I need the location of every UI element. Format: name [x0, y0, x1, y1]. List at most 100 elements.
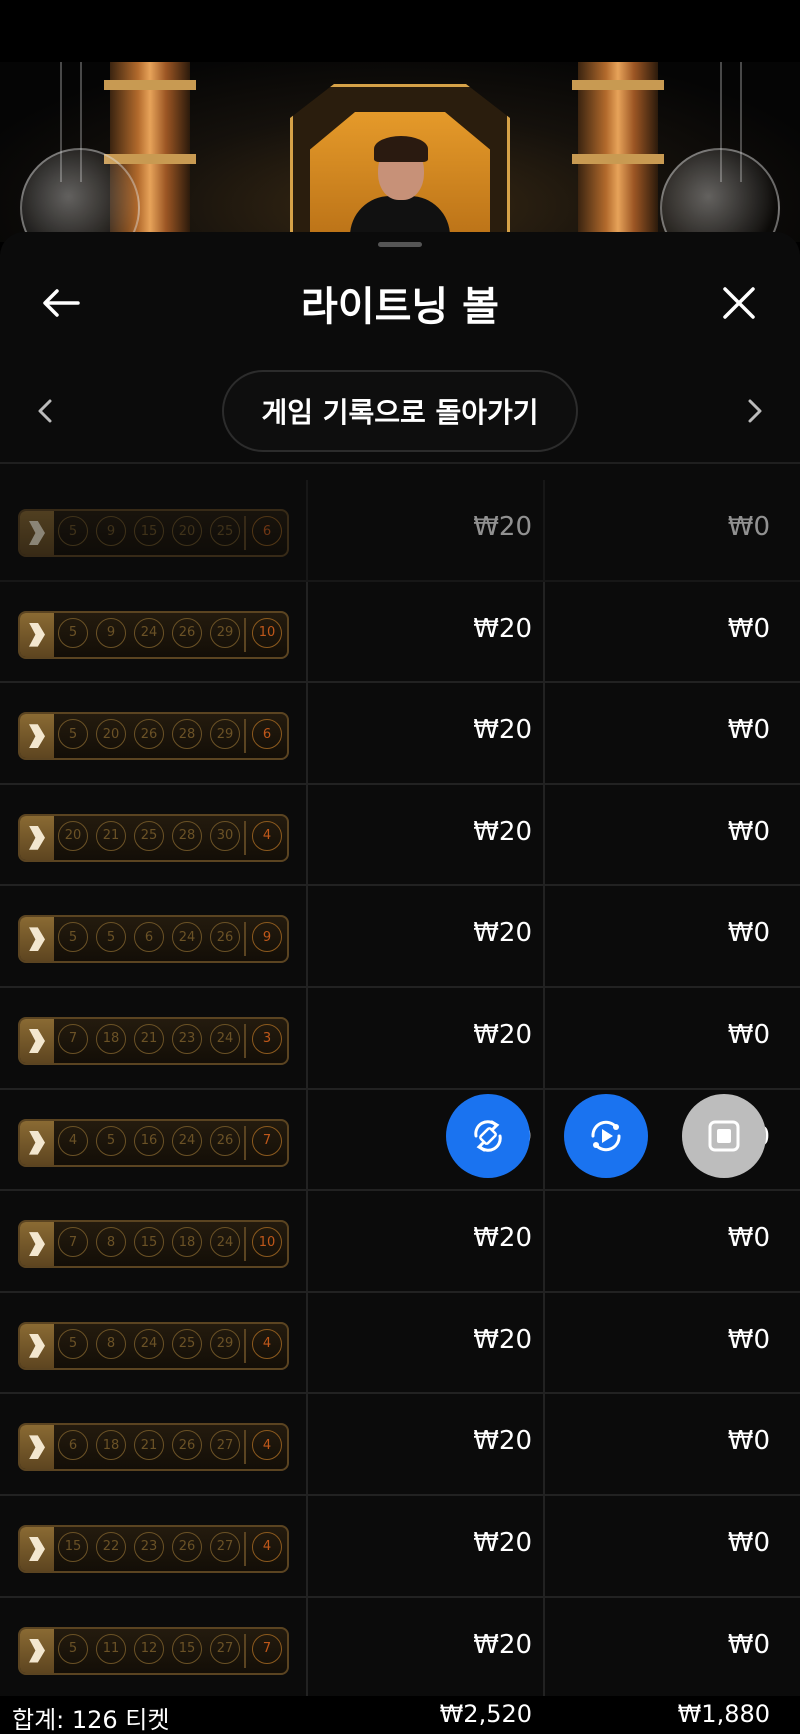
bet-amount: ₩20	[473, 1324, 532, 1355]
lightning-ball: 6	[252, 516, 282, 546]
ticket-row[interactable]: 5 5 6 24 26 9 ₩20 ₩0	[0, 886, 800, 988]
lottery-ticket: 15 22 23 26 27 4	[18, 1524, 289, 1573]
lightning-ball: 10	[252, 617, 282, 648]
ticket-row[interactable]: 5 8 24 25 29 4 ₩20 ₩0	[0, 1292, 800, 1395]
chevron-left-icon	[38, 399, 52, 423]
lightning-ball: 3	[252, 1023, 282, 1054]
lightning-ball: 9	[252, 922, 282, 953]
history-sheet: 라이트닝 볼 게임 기록으로 돌아가기 5 9 15 20 25 6 ₩20 ₩…	[0, 232, 800, 1734]
number-ball: 5	[58, 516, 88, 546]
lightning-tab	[20, 511, 54, 555]
stop-button[interactable]	[682, 1094, 766, 1178]
lightning-bolt-icon	[29, 927, 45, 952]
number-ball: 6	[134, 922, 164, 953]
bet-amount: ₩20	[473, 1426, 532, 1457]
number-ball: 8	[96, 1227, 126, 1258]
close-button[interactable]	[712, 276, 766, 330]
ticket-row[interactable]: 7 18 21 23 24 3 ₩20 ₩0	[0, 987, 800, 1090]
ticket-row[interactable]: 5 11 12 15 27 7 ₩20 ₩0	[0, 1597, 800, 1700]
lightning-bolt-icon	[29, 1435, 45, 1460]
ticket-row[interactable]: 5 20 26 28 29 6 ₩20 ₩0	[0, 683, 800, 785]
lightning-ball: 6	[252, 719, 282, 750]
number-ball: 5	[58, 1633, 88, 1664]
bet-amount: ₩20	[473, 1629, 532, 1660]
lightning-tab	[20, 1628, 54, 1673]
ball-list: 5 9 24 26 29	[58, 617, 240, 648]
previous-round-button[interactable]	[24, 388, 66, 434]
stop-icon	[708, 1120, 740, 1152]
number-ball: 24	[172, 922, 202, 953]
ticket-row[interactable]: 5 9 15 20 25 6 ₩20 ₩0	[0, 480, 800, 582]
number-ball: 29	[210, 1328, 240, 1359]
number-ball: 5	[58, 617, 88, 648]
lightning-ball: 7	[252, 1125, 282, 1156]
back-to-history-button[interactable]: 게임 기록으로 돌아가기	[222, 370, 578, 452]
bet-amount: ₩20	[473, 918, 532, 949]
number-ball: 16	[134, 1125, 164, 1156]
lottery-ticket: 5 9 15 20 25 6	[18, 509, 289, 557]
number-ball: 7	[58, 1023, 88, 1054]
ticket-row[interactable]: 5 9 24 26 29 10 ₩20 ₩0	[0, 581, 800, 684]
bet-amount: ₩20	[473, 613, 532, 644]
lottery-ticket: 4 5 16 24 26 7	[18, 1118, 289, 1167]
lightning-ball: 10	[252, 1227, 282, 1258]
number-ball: 6	[58, 1430, 88, 1461]
lightning-tab	[20, 1120, 54, 1165]
number-ball: 5	[58, 719, 88, 750]
number-ball: 5	[96, 922, 126, 953]
lightning-ball: 4	[252, 820, 282, 851]
bet-amount: ₩20	[473, 1019, 532, 1050]
win-amount: ₩0	[727, 816, 770, 847]
bet-amount: ₩20	[473, 715, 532, 746]
lightning-tab	[20, 917, 54, 962]
bet-amount: ₩20	[473, 512, 532, 542]
lightning-ball: 4	[252, 1430, 282, 1461]
win-amount: ₩0	[727, 1324, 770, 1355]
floating-controls	[446, 1094, 766, 1178]
win-amount: ₩0	[727, 1426, 770, 1457]
lightning-bolt-icon	[29, 521, 45, 545]
number-ball: 24	[210, 1023, 240, 1054]
lightning-tab	[20, 714, 54, 759]
chevron-right-icon	[748, 399, 762, 423]
number-ball: 24	[134, 1328, 164, 1359]
number-ball: 20	[96, 719, 126, 750]
ball-list: 20 21 25 28 30	[58, 820, 240, 851]
number-ball: 26	[172, 617, 202, 648]
next-round-button[interactable]	[734, 388, 776, 434]
ticket-row[interactable]: 7 8 15 18 24 10 ₩20 ₩0	[0, 1191, 800, 1293]
number-ball: 22	[96, 1531, 126, 1562]
number-ball: 28	[172, 719, 202, 750]
number-ball: 20	[58, 820, 88, 851]
win-amount: ₩0	[727, 1527, 770, 1558]
ball-list: 5 5 6 24 26	[58, 922, 240, 953]
number-ball: 15	[58, 1531, 88, 1562]
ball-list: 6 18 21 26 27	[58, 1430, 240, 1461]
bet-amount: ₩20	[473, 1527, 532, 1558]
ball-machine-right	[660, 148, 780, 242]
ball-list: 7 18 21 23 24	[58, 1023, 240, 1054]
number-ball: 18	[96, 1430, 126, 1461]
pillar-right	[572, 62, 664, 242]
page-title: 라이트닝 볼	[301, 284, 499, 330]
lottery-ticket: 5 8 24 25 29 4	[18, 1321, 289, 1370]
close-icon	[723, 287, 755, 319]
replay-button[interactable]	[564, 1094, 648, 1178]
ticket-row[interactable]: 20 21 25 28 30 4 ₩20 ₩0	[0, 784, 800, 887]
bet-amount: ₩20	[473, 816, 532, 847]
number-ball: 26	[210, 922, 240, 953]
lightning-bolt-icon	[29, 825, 45, 850]
ticket-table: 5 9 15 20 25 6 ₩20 ₩0 5 9 24 26 29 10 ₩20 ₩0 5 20…	[0, 480, 800, 1700]
ball-list: 5 8 24 25 29	[58, 1328, 240, 1359]
number-ball: 26	[172, 1531, 202, 1562]
rotate-screen-button[interactable]	[446, 1094, 530, 1178]
ball-list: 5 9 15 20 25	[58, 516, 240, 546]
number-ball: 25	[134, 820, 164, 851]
status-bar	[0, 0, 800, 62]
lightning-tab	[20, 1018, 54, 1063]
lightning-tab	[20, 612, 54, 657]
number-ball: 20	[172, 516, 202, 546]
total-bet: ₩2,520	[439, 1700, 532, 1728]
ticket-row[interactable]: 6 18 21 26 27 4 ₩20 ₩0	[0, 1394, 800, 1496]
ticket-row[interactable]: 15 22 23 26 27 4 ₩20 ₩0	[0, 1495, 800, 1598]
